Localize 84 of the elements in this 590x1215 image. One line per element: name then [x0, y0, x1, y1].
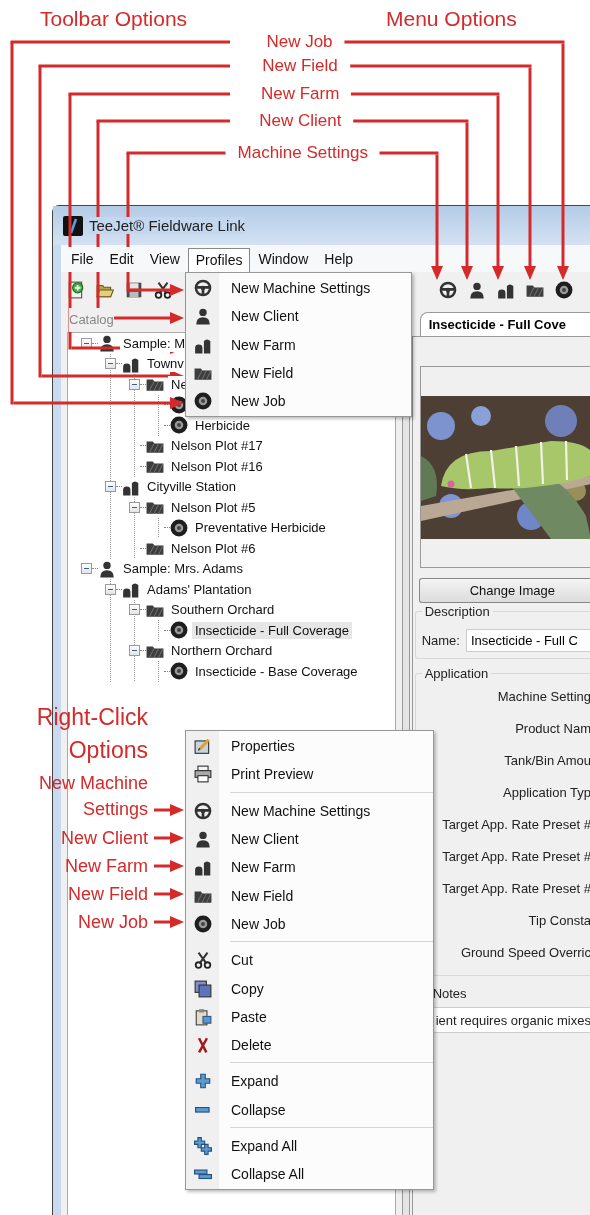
menu-item[interactable]: Delete: [231, 1037, 272, 1054]
callout-arrow: [154, 804, 184, 816]
menu-item[interactable]: New Field: [231, 887, 294, 904]
person-icon: [468, 281, 486, 299]
menu-item[interactable]: Properties: [231, 738, 295, 755]
steering-wheel-icon: [193, 279, 212, 298]
steering-wheel-icon: [193, 801, 212, 820]
menu-item[interactable]: New Machine Settings: [231, 280, 371, 297]
expander-icon[interactable]: [105, 583, 116, 595]
scissors-icon: [193, 951, 212, 970]
menu-item[interactable]: Copy: [231, 980, 264, 997]
field-label: Product Nam: [514, 720, 590, 738]
expander-icon[interactable]: [81, 563, 92, 575]
copy-icon: [193, 979, 212, 998]
notes-text: ient requires organic mixes: [435, 1012, 590, 1028]
callout-label: New Field: [66, 883, 148, 906]
callout-label: Machine Settings: [225, 143, 380, 162]
callout-label: New Job: [76, 911, 148, 934]
expander-icon[interactable]: [105, 481, 116, 493]
tire-icon: [170, 662, 188, 681]
expander-icon[interactable]: [81, 337, 92, 349]
menu-item[interactable]: New Farm: [231, 859, 296, 876]
group-title: Application: [421, 666, 492, 681]
person-icon: [193, 830, 212, 849]
field-label: Ground Speed Overric: [459, 944, 590, 962]
plus-icon: [193, 1072, 212, 1091]
expander-icon[interactable]: [129, 604, 140, 616]
callout-arrow: [154, 888, 184, 900]
expander-icon[interactable]: [129, 645, 140, 657]
name-field[interactable]: Insecticide - Full C: [465, 629, 590, 652]
person-icon: [193, 307, 212, 326]
tire-icon: [193, 914, 212, 933]
steering-wheel-icon: [439, 281, 457, 299]
menu-item[interactable]: New Machine Settings: [231, 802, 371, 819]
double-plus-icon: [193, 1137, 212, 1155]
clipboard-icon: [193, 1007, 212, 1026]
expander-icon[interactable]: [129, 501, 140, 513]
tire-icon: [170, 416, 188, 435]
menu-item[interactable]: Collapse: [231, 1101, 286, 1118]
callout-arrow: [154, 860, 184, 872]
tire-icon: [193, 392, 212, 411]
field-label: Application Typ: [502, 784, 590, 802]
person-icon: [98, 559, 116, 578]
field-label: Tank/Bin Amou: [503, 752, 590, 770]
tire-icon: [170, 621, 188, 640]
menu-item[interactable]: New Field: [231, 365, 294, 382]
callout-label: New Client: [59, 827, 148, 850]
menu-item[interactable]: Expand All: [231, 1138, 298, 1154]
group-title: Description: [421, 604, 493, 619]
printer-icon: [193, 765, 212, 784]
annotation-heading: Toolbar Options: [40, 7, 188, 31]
callout-arrow: [154, 832, 184, 844]
field-label: Machine Setting: [496, 688, 590, 706]
pane-title: Catalog: [69, 308, 114, 332]
callout-arrow: [154, 916, 184, 928]
group-title: Notes: [432, 986, 468, 1001]
callout-arrow: [129, 284, 184, 296]
barn-icon: [497, 281, 515, 299]
menu-item[interactable]: Paste: [231, 1008, 267, 1025]
callout-label: New Farm: [64, 855, 148, 878]
tree-item[interactable]: Insecticide - Full Coverage: [192, 621, 352, 639]
expander-icon[interactable]: [105, 358, 116, 370]
menu-item[interactable]: New Client: [231, 831, 299, 848]
menu-item[interactable]: Print Preview: [231, 766, 314, 783]
window-title: TeeJet® Fieldware Link: [89, 217, 246, 234]
menu-item[interactable]: Profiles: [187, 248, 251, 272]
field-label: Name:: [421, 633, 460, 648]
menu-item[interactable]: Collapse All: [231, 1166, 305, 1183]
menu-item[interactable]: Cut: [231, 952, 253, 969]
menu-item[interactable]: Expand: [231, 1073, 279, 1090]
menu-item[interactable]: New Job: [231, 393, 286, 410]
menu-item[interactable]: New Job: [231, 915, 286, 932]
annotation-heading: Menu Options: [386, 7, 517, 31]
pencil-icon: [193, 737, 212, 756]
change-image-button[interactable]: Change Image: [418, 578, 590, 603]
tire-icon: [170, 518, 188, 537]
person-icon: [98, 334, 116, 353]
scissors-icon: [154, 281, 172, 299]
minus-icon: [195, 1106, 210, 1113]
expander-icon[interactable]: [129, 378, 140, 390]
menu-item[interactable]: New Client: [231, 308, 299, 325]
menu-item[interactable]: New Farm: [231, 336, 296, 353]
tire-icon: [555, 281, 573, 299]
document-tab[interactable]: Insecticide - Full Cove: [419, 312, 590, 336]
